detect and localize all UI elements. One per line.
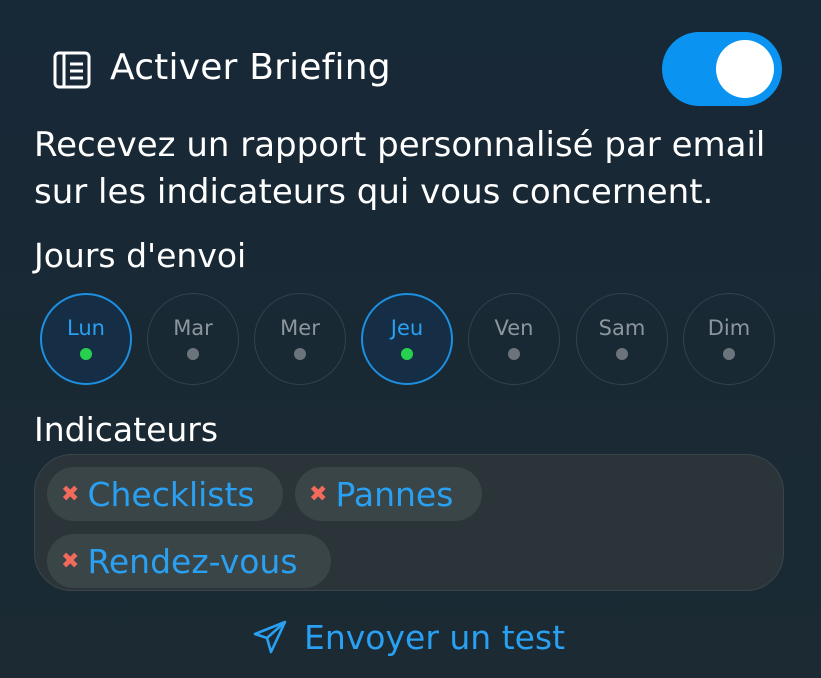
chip-rendez-vous: ✖ Rendez-vous xyxy=(47,534,331,588)
page-title: Activer Briefing xyxy=(110,47,391,88)
description-text: Recevez un rapport personnalisé par emai… xyxy=(34,125,766,212)
indicators-input[interactable]: ✖ Checklists ✖ Pannes ✖ Rendez-vous xyxy=(34,454,784,591)
chip-pannes: ✖ Pannes xyxy=(295,467,482,521)
day-label: Ven xyxy=(494,316,534,340)
day-label: Dim xyxy=(707,316,751,340)
day-status-dot xyxy=(616,348,628,360)
day-label: Sam xyxy=(598,316,646,340)
day-ven[interactable]: Ven xyxy=(468,293,560,385)
day-sam[interactable]: Sam xyxy=(576,293,668,385)
toggle-knob xyxy=(716,40,774,98)
day-status-dot xyxy=(294,348,306,360)
day-dim[interactable]: Dim xyxy=(683,293,775,385)
chip-label: Pannes xyxy=(335,474,454,514)
day-label: Lun xyxy=(67,316,105,340)
day-status-dot xyxy=(508,348,520,360)
indicators-section-label: Indicateurs xyxy=(34,410,219,449)
day-status-dot xyxy=(401,348,413,360)
day-status-dot xyxy=(187,348,199,360)
briefing-toggle[interactable] xyxy=(662,32,782,106)
document-icon xyxy=(53,51,91,89)
chip-label: Rendez-vous xyxy=(87,541,298,581)
day-status-dot xyxy=(723,348,735,360)
send-test-button[interactable]: Envoyer un test xyxy=(252,614,565,660)
day-mer[interactable]: Mer xyxy=(254,293,346,385)
remove-icon[interactable]: ✖ xyxy=(61,482,79,507)
day-label: Jeu xyxy=(390,316,424,340)
day-label: Mer xyxy=(280,316,320,340)
chip-checklists: ✖ Checklists xyxy=(47,467,283,521)
day-jeu[interactable]: Jeu xyxy=(361,293,453,385)
paper-plane-icon xyxy=(253,620,287,654)
day-label: Mar xyxy=(173,316,213,340)
remove-icon[interactable]: ✖ xyxy=(61,549,79,574)
briefing-header: Activer Briefing xyxy=(52,32,782,106)
days-section-label: Jours d'envoi xyxy=(34,236,247,275)
day-status-dot xyxy=(80,348,92,360)
send-test-label: Envoyer un test xyxy=(304,617,566,657)
remove-icon[interactable]: ✖ xyxy=(309,482,327,507)
day-lun[interactable]: Lun xyxy=(40,293,132,385)
day-mar[interactable]: Mar xyxy=(147,293,239,385)
chip-label: Checklists xyxy=(87,474,255,514)
